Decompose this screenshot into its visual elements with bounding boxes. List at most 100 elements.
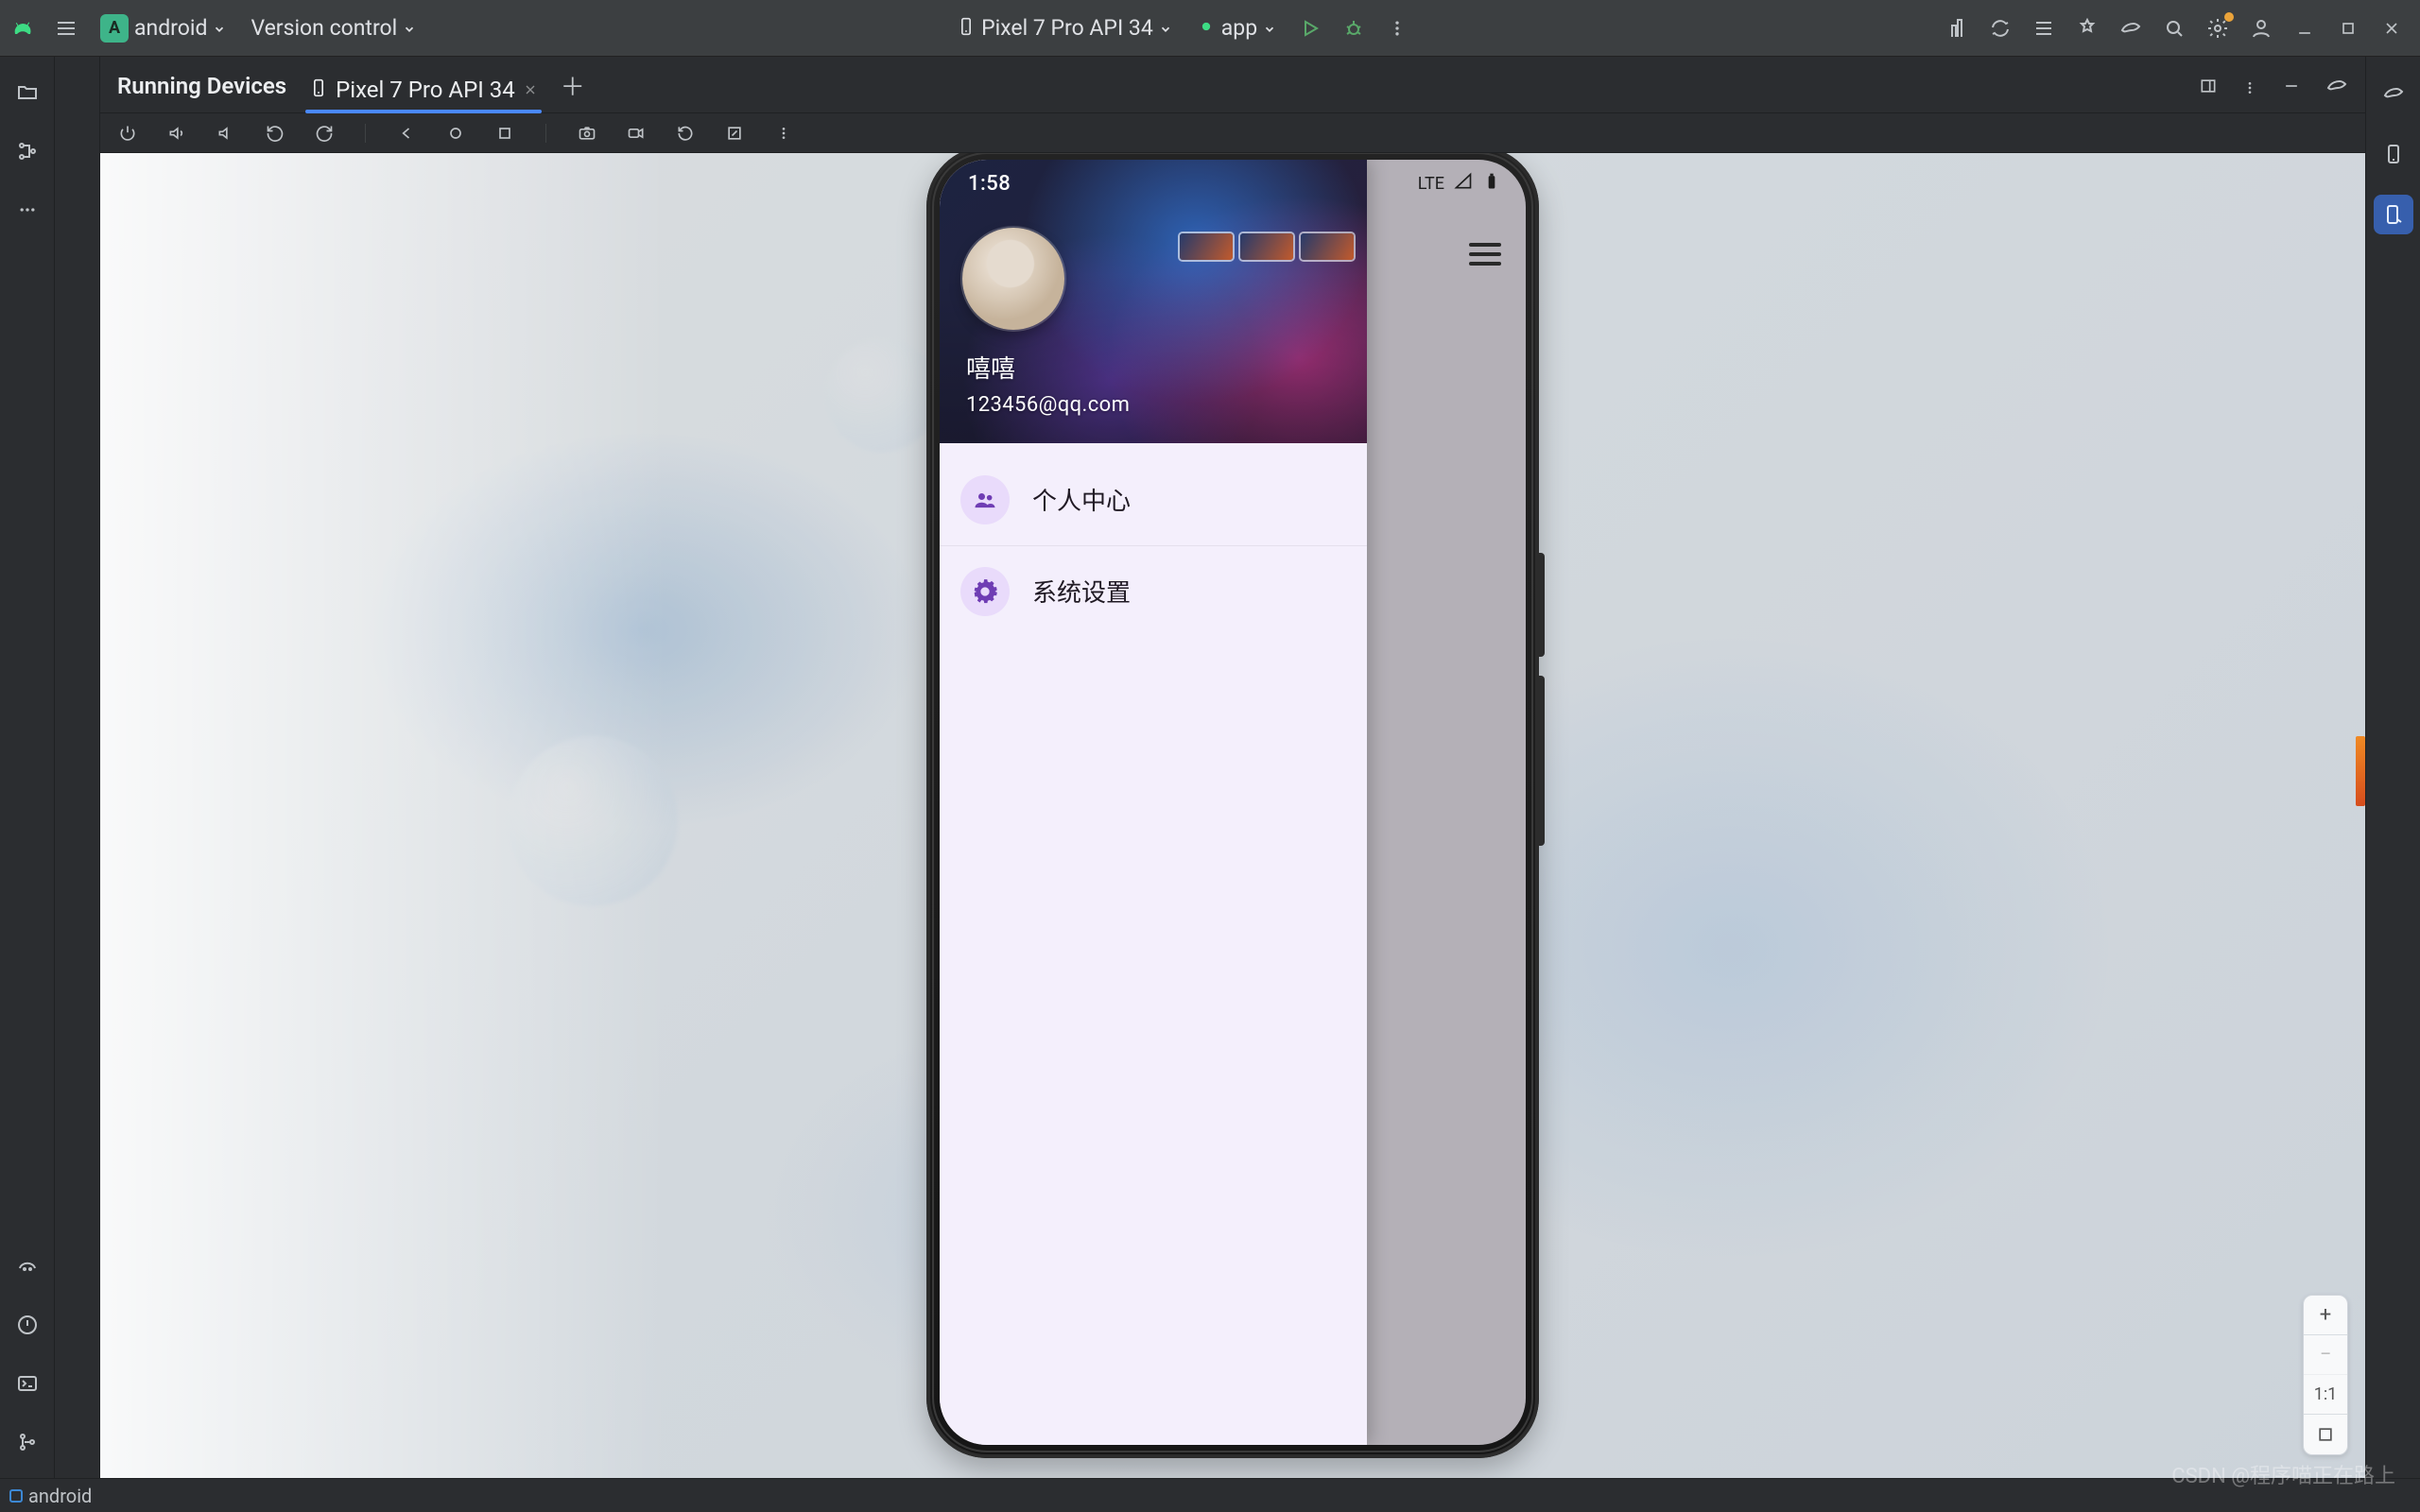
structure-icon[interactable] (2029, 13, 2059, 43)
people-icon (960, 475, 1010, 524)
reset-icon[interactable] (673, 121, 698, 146)
canvas-fade-left (100, 153, 667, 1478)
sync-icon[interactable] (1985, 13, 2015, 43)
search-button[interactable] (2159, 13, 2189, 43)
project-tool-icon[interactable] (9, 74, 46, 112)
volume-down-icon[interactable] (214, 121, 238, 146)
gear-filled-icon (960, 567, 1010, 616)
zoom-out-button[interactable]: − (2304, 1335, 2347, 1375)
zoom-in-button[interactable]: + (2304, 1296, 2347, 1335)
shark-panel-icon[interactable] (2325, 75, 2348, 103)
device-selector[interactable]: Pixel 7 Pro API 34 (951, 12, 1178, 44)
project-badge-icon: A (100, 14, 129, 43)
back-icon[interactable] (394, 121, 419, 146)
status-time: 1:58 (968, 172, 1418, 196)
close-window-button[interactable] (2377, 13, 2407, 43)
structure-tool-icon[interactable] (9, 132, 46, 170)
shark-rt-icon[interactable] (2374, 74, 2413, 113)
device-more-icon[interactable] (771, 121, 796, 146)
left-gutter (55, 57, 100, 1478)
chevron-down-icon (213, 15, 226, 42)
window-mode-icon[interactable] (2199, 75, 2218, 103)
logcat-tool-icon[interactable] (9, 1247, 46, 1285)
zoom-controls: + − 1:1 (2303, 1295, 2348, 1455)
rotate-left-icon[interactable] (263, 121, 287, 146)
problems-tool-icon[interactable] (9, 1306, 46, 1344)
chevron-down-icon (1159, 15, 1172, 42)
nav-drawer: 嘻嘻 123456@qq.com 个人中心 系统设置 (940, 160, 1367, 1445)
device-toolbar-separator (545, 124, 546, 143)
more-tool-icon[interactable] (9, 191, 46, 229)
drawer-item-label: 系统设置 (1032, 574, 1131, 609)
ide-toolbar: A android Version control Pixel 7 Pro AP… (0, 0, 2420, 57)
power-icon[interactable] (115, 121, 140, 146)
device-manager-icon[interactable] (2374, 134, 2413, 174)
terminal-tool-icon[interactable] (9, 1365, 46, 1402)
panel-controls (2199, 75, 2348, 112)
panel-title: Running Devices (117, 73, 286, 112)
drawer-item-profile[interactable]: 个人中心 (940, 455, 1367, 545)
profile-button[interactable] (2246, 13, 2276, 43)
project-name-label: android (134, 15, 207, 41)
vcs-dropdown[interactable]: Version control (245, 12, 422, 44)
ide-status-bar: android (0, 1478, 2420, 1512)
battery-icon (1482, 172, 1501, 197)
overview-icon[interactable] (493, 121, 517, 146)
run-button[interactable] (1295, 13, 1325, 43)
device-selector-label: Pixel 7 Pro API 34 (981, 15, 1153, 41)
drawer-name: 嘻嘻 (966, 350, 1015, 385)
rotate-right-icon[interactable] (312, 121, 337, 146)
zoom-1to1-button[interactable]: 1:1 (2304, 1375, 2347, 1415)
volume-up-icon[interactable] (164, 121, 189, 146)
more-actions-button[interactable] (1382, 13, 1412, 43)
right-toolstrip (2365, 57, 2420, 1478)
plugins-icon[interactable] (2072, 13, 2102, 43)
project-dropdown[interactable]: A android (95, 11, 232, 45)
left-toolstrip (0, 57, 55, 1478)
avatar[interactable] (962, 228, 1064, 330)
phone-icon (957, 15, 976, 42)
maximize-window-button[interactable] (2333, 13, 2363, 43)
panel-more-icon[interactable] (2242, 75, 2257, 103)
android-logo-icon (8, 13, 38, 43)
shark-icon[interactable] (2116, 13, 2146, 43)
ide-body: Running Devices Pixel 7 Pro API 34 ＋ (0, 57, 2420, 1478)
drawer-item-settings[interactable]: 系统设置 (940, 545, 1367, 637)
phone-screen[interactable]: ad… 用户 1:58 (940, 160, 1526, 1445)
screenshot-icon[interactable] (575, 121, 599, 146)
phone-frame: ad… 用户 1:58 (926, 153, 1539, 1458)
running-devices-tabbar: Running Devices Pixel 7 Pro API 34 ＋ (100, 57, 2365, 113)
running-devices-tool-icon[interactable] (2374, 195, 2413, 234)
facet-badge-icon (9, 1489, 23, 1503)
drawer-items: 个人中心 系统设置 (940, 443, 1367, 648)
phone-icon (309, 77, 328, 103)
signal-icon (1454, 172, 1473, 197)
vcs-label: Version control (251, 15, 397, 41)
minimize-window-button[interactable] (2290, 13, 2320, 43)
device-canvas: ad… 用户 1:58 (100, 153, 2365, 1478)
android-status-bar: 1:58 LTE (940, 160, 1526, 209)
device-tab-label: Pixel 7 Pro API 34 (336, 77, 515, 103)
debug-button[interactable] (1339, 13, 1369, 43)
device-toolbar (100, 113, 2365, 153)
code-with-me-icon[interactable] (1942, 13, 1972, 43)
vcs-tool-icon[interactable] (9, 1423, 46, 1461)
resize-icon[interactable] (722, 121, 747, 146)
device-tab[interactable]: Pixel 7 Pro API 34 (305, 67, 542, 112)
home-icon[interactable] (443, 121, 468, 146)
settings-button[interactable] (2203, 13, 2233, 43)
running-devices-panel: Running Devices Pixel 7 Pro API 34 ＋ (100, 57, 2365, 1478)
module-selector[interactable]: app (1191, 12, 1282, 44)
drawer-item-label: 个人中心 (1032, 482, 1131, 517)
status-project-label: android (28, 1485, 92, 1507)
hide-panel-icon[interactable] (2282, 75, 2301, 103)
android-module-icon (1197, 15, 1216, 42)
main-menu-button[interactable] (51, 13, 81, 43)
drawer-email: 123456@qq.com (966, 393, 1130, 417)
device-toolbar-separator (365, 124, 366, 143)
chevron-down-icon (1263, 15, 1276, 42)
zoom-fit-button[interactable] (2304, 1415, 2347, 1454)
close-tab-icon[interactable] (523, 77, 538, 103)
record-icon[interactable] (624, 121, 648, 146)
add-tab-button[interactable]: ＋ (561, 68, 585, 112)
